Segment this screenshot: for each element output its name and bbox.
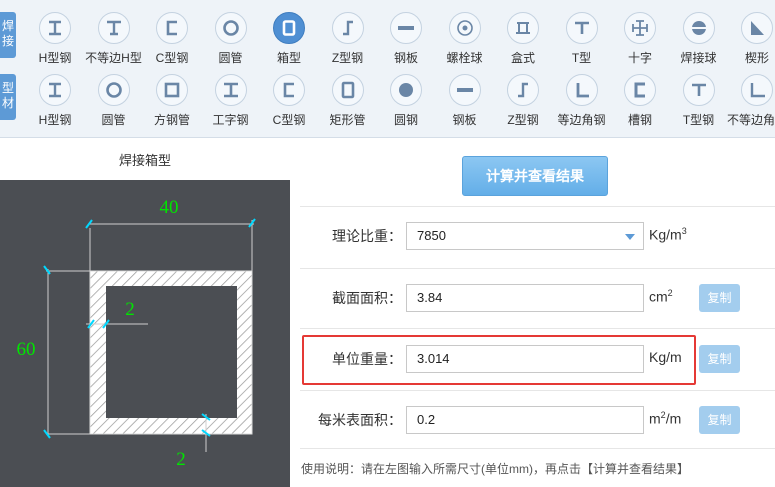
unequal-h-beam-icon — [97, 12, 130, 44]
round-bar-icon — [390, 74, 422, 106]
density-row: 理论比重： 7850 Kg/m3 — [300, 216, 775, 256]
section-type-label: 不等边角钢 — [726, 113, 775, 127]
area-field[interactable]: 3.84 — [406, 284, 644, 312]
surface-label: 每米表面积： — [318, 412, 402, 428]
area-row: 截面面积： 3.84 cm2 复制 — [300, 278, 775, 318]
welded-ball-icon — [682, 12, 715, 44]
z-section-icon — [331, 12, 364, 44]
divider — [300, 390, 775, 391]
area-unit: cm2 — [649, 288, 673, 305]
section-type-label: 楔形 — [744, 51, 769, 65]
copy-surface-button[interactable]: 复制 — [699, 406, 740, 434]
box-section-diagram: 40 60 2 2 — [0, 180, 290, 487]
web-thickness-value[interactable]: 2 — [125, 299, 135, 320]
category-tab-profile-char-1: 型 — [1, 81, 14, 95]
highlight-box — [302, 335, 696, 385]
welded-section-row: H型钢 不等边H型 C型钢 圆管 箱型 Z型钢 钢板 螺栓球 盒式 T型 十字 焊接球 楔形 — [20, 4, 775, 70]
chevron-down-icon — [625, 234, 635, 240]
area-unit-base: cm — [649, 288, 668, 305]
wedge-icon — [741, 12, 773, 44]
divider — [300, 328, 775, 329]
section-type-unequal-angle[interactable]: 不等边角钢 — [722, 66, 775, 132]
copy-weight-button[interactable]: 复制 — [699, 345, 740, 373]
surface-unit-base: m — [649, 410, 661, 427]
c-channel-icon — [273, 74, 305, 106]
category-tab-welded-char-2: 接 — [1, 34, 14, 48]
section-toolbar: 焊 接 型 材 H型钢 不等边H型 C型钢 圆管 箱型 Z型钢 钢板 螺栓球 盒式 T型 十字 焊接球… — [0, 0, 775, 138]
round-tube-icon — [214, 12, 247, 44]
category-tab-welded[interactable]: 焊 接 — [0, 12, 16, 58]
cross-section-icon — [624, 12, 656, 44]
surface-row: 每米表面积： 0.2 m2/m 复制 — [300, 400, 775, 440]
i-beam-icon — [214, 74, 247, 106]
density-value: 7850 — [417, 228, 446, 243]
channel-icon — [624, 74, 656, 106]
divider — [300, 206, 775, 207]
calculate-button[interactable]: 计算并查看结果 — [462, 156, 608, 196]
diagram-title: 焊接箱型 — [118, 153, 171, 168]
density-unit: Kg/m3 — [649, 226, 687, 243]
category-tab-profile[interactable]: 型 材 — [0, 74, 16, 120]
category-tab-welded-char-1: 焊 — [1, 19, 14, 33]
copy-area-button[interactable]: 复制 — [699, 284, 740, 312]
area-unit-exponent: 2 — [667, 288, 673, 298]
surface-unit: m2/m — [649, 410, 681, 427]
unequal-angle-icon — [741, 74, 773, 106]
category-tab-profile-char-2: 材 — [1, 96, 14, 110]
square-tube-icon — [156, 74, 188, 106]
flange-thickness-value[interactable]: 2 — [176, 449, 186, 470]
h-beam-icon — [39, 12, 71, 44]
surface-field[interactable]: 0.2 — [406, 406, 644, 434]
density-select[interactable]: 7850 — [406, 222, 644, 250]
divider — [300, 448, 775, 449]
round-tube-icon — [97, 74, 130, 106]
width-value[interactable]: 40 — [160, 197, 179, 218]
steel-plate-icon — [390, 12, 422, 44]
height-tick-top — [43, 265, 51, 275]
z-section-icon — [507, 74, 539, 106]
c-channel-icon — [156, 12, 188, 44]
box-section-icon — [273, 12, 305, 44]
t-section-icon — [682, 74, 715, 106]
bolt-ball-icon — [448, 12, 481, 44]
height-value[interactable]: 60 — [17, 339, 36, 360]
rect-tube-icon — [331, 74, 364, 106]
usage-instructions: 使用说明：请在左图输入所需尺寸(单位mm)，再点击【计算并查看结果】 — [301, 462, 689, 476]
equal-angle-icon — [565, 74, 598, 106]
box-type-icon — [507, 12, 539, 44]
density-unit-exponent: 3 — [681, 226, 687, 236]
surface-unit-suffix: /m — [665, 410, 682, 427]
section-type-wedge[interactable]: 楔形 — [722, 4, 775, 70]
h-beam-icon — [39, 74, 71, 106]
profile-section-row: H型钢圆管方钢管工字钢C型钢矩形管圆钢钢板Z型钢等边角钢槽钢T型钢不等边角钢 — [20, 66, 775, 132]
density-unit-base: Kg/m — [649, 226, 682, 243]
t-section-icon — [565, 12, 598, 44]
divider — [300, 268, 775, 269]
steel-plate-icon — [448, 74, 481, 106]
area-label: 截面面积： — [332, 290, 402, 306]
box-section-drawing: 40 60 2 2 — [17, 197, 256, 470]
density-label: 理论比重： — [332, 228, 402, 244]
